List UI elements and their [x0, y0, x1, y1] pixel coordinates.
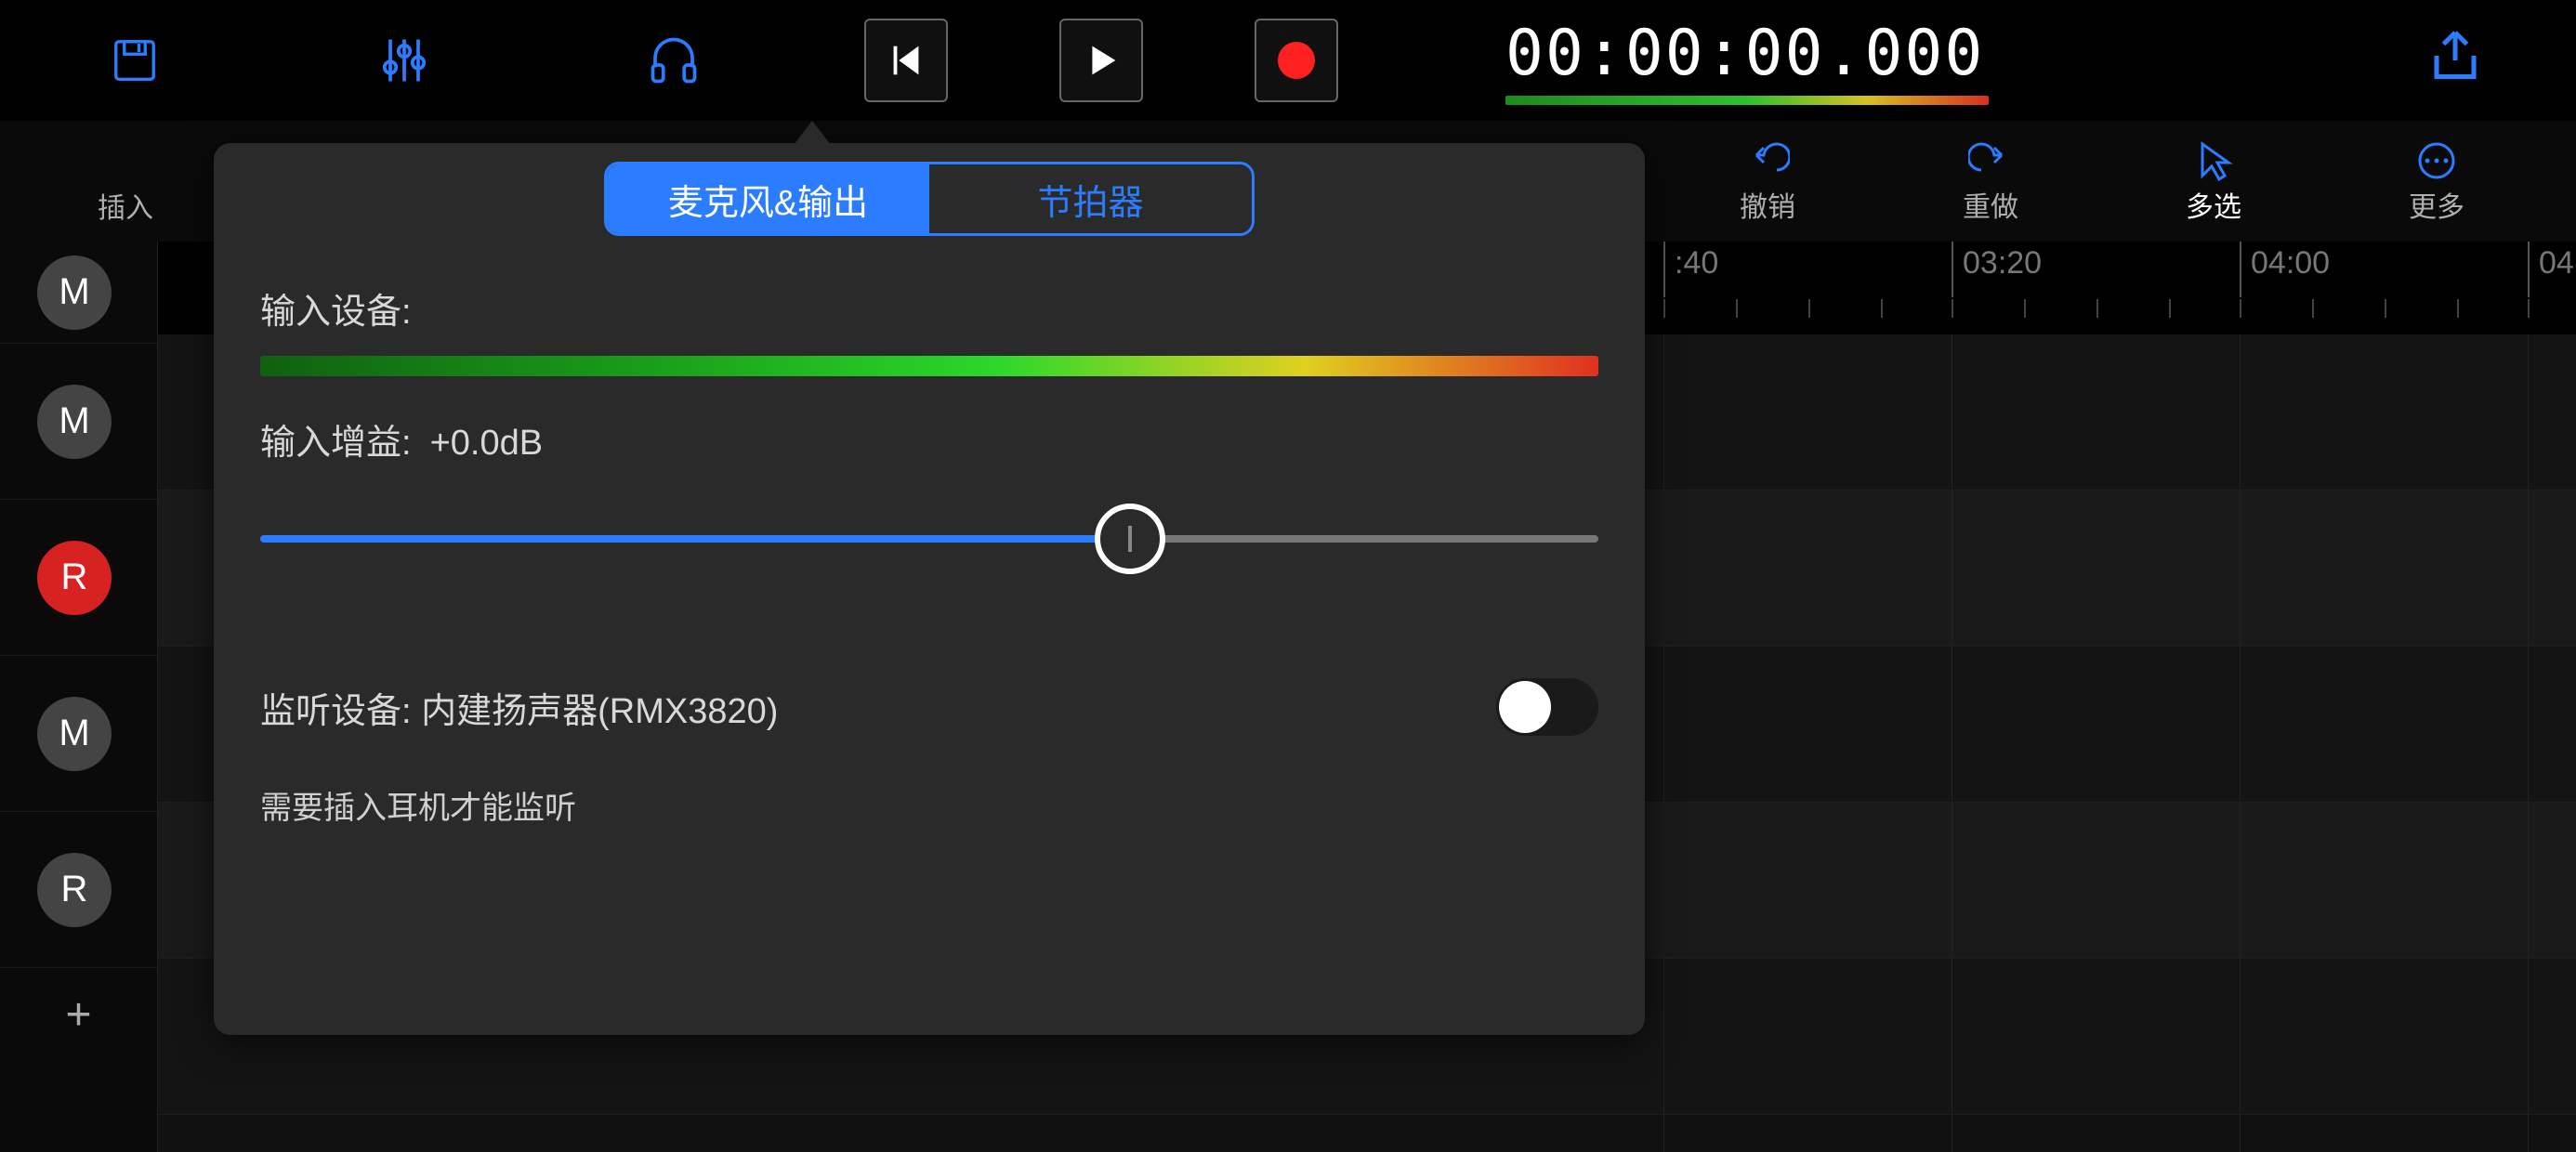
topbar-left-group	[0, 0, 808, 121]
monitor-hint: 需要插入耳机才能监听	[260, 782, 1598, 828]
track-knob[interactable]: M	[37, 697, 112, 771]
timecode-display: 00:00:00.000	[1505, 17, 1989, 105]
play-icon	[1080, 39, 1123, 82]
track-header[interactable]: R	[0, 812, 157, 968]
cursor-icon	[2191, 137, 2236, 184]
play-button[interactable]	[1059, 19, 1143, 102]
track-header[interactable]: M	[0, 242, 157, 344]
input-device-label: 输入设备:	[260, 282, 1598, 334]
more-tool[interactable]: 更多	[2325, 121, 2548, 242]
input-level-meter	[260, 356, 1598, 376]
gain-value: +0.0dB	[430, 424, 544, 464]
audio-settings-popover: 麦克风&输出 节拍器 输入设备: 输入增益: +0.0dB 监听设备: 内建扬声…	[214, 143, 1645, 1035]
track-knob[interactable]: M	[37, 255, 112, 330]
multiselect-label: 多选	[2186, 184, 2241, 225]
undo-label: 撤销	[1740, 184, 1795, 225]
more-icon	[2414, 137, 2459, 184]
monitor-toggle[interactable]	[1496, 678, 1598, 736]
top-toolbar: 00:00:00.000	[0, 0, 2576, 121]
headphones-icon	[646, 33, 702, 88]
tab-mic-output[interactable]: 麦克风&输出	[607, 164, 929, 233]
transport-controls	[846, 19, 1431, 102]
redo-label: 重做	[1963, 184, 2018, 225]
redo-icon	[1968, 137, 2013, 184]
track-header[interactable]: M	[0, 656, 157, 812]
sliders-icon	[376, 33, 432, 88]
gain-row: 输入增益: +0.0dB	[260, 413, 1598, 465]
share-icon	[2427, 28, 2483, 84]
ruler-tick-label: :40	[1665, 245, 1718, 281]
slider-thumb[interactable]	[1095, 504, 1165, 574]
track-knob[interactable]: M	[37, 385, 112, 459]
ruler-tick-label: 04:00	[2241, 245, 2330, 281]
track-knob[interactable]: R	[37, 541, 112, 615]
record-icon	[1278, 42, 1315, 79]
mixer-button[interactable]	[269, 0, 539, 121]
ruler-tick-label: 03:20	[1953, 245, 2042, 281]
track-knob[interactable]: R	[37, 853, 112, 927]
share-button[interactable]	[2427, 28, 2483, 84]
gain-label: 输入增益:	[260, 413, 412, 465]
more-label: 更多	[2409, 184, 2464, 225]
record-button[interactable]	[1255, 19, 1338, 102]
insert-label: 插入	[98, 185, 153, 226]
gain-slider[interactable]	[260, 502, 1598, 576]
redo-tool[interactable]: 重做	[1879, 121, 2102, 242]
track-header[interactable]: R	[0, 500, 157, 656]
undo-icon	[1745, 137, 1790, 184]
skip-start-icon	[885, 39, 927, 82]
save-button[interactable]	[0, 0, 269, 121]
settings-tabs: 麦克风&输出 节拍器	[604, 162, 1255, 236]
undo-tool[interactable]: 撤销	[1656, 121, 1879, 242]
toggle-knob	[1499, 681, 1551, 733]
plus-icon: +	[65, 989, 91, 1041]
multiselect-tool[interactable]: 多选	[2102, 121, 2325, 242]
timecode-level-meter	[1505, 96, 1989, 105]
track-headers: M M R M R +	[0, 242, 158, 1152]
save-icon	[110, 35, 160, 85]
tab-metronome[interactable]: 节拍器	[929, 164, 1252, 233]
timecode-text: 00:00:00.000	[1505, 17, 1984, 90]
monitor-row: 监听设备: 内建扬声器(RMX3820)	[260, 678, 1598, 736]
track-header[interactable]: M	[0, 344, 157, 500]
ruler-tick-label: 04:40	[2530, 245, 2576, 281]
headphones-button[interactable]	[539, 0, 808, 121]
skip-start-button[interactable]	[864, 19, 948, 102]
monitor-device-label: 监听设备: 内建扬声器(RMX3820)	[260, 682, 778, 733]
add-track-button[interactable]: +	[0, 968, 157, 1061]
